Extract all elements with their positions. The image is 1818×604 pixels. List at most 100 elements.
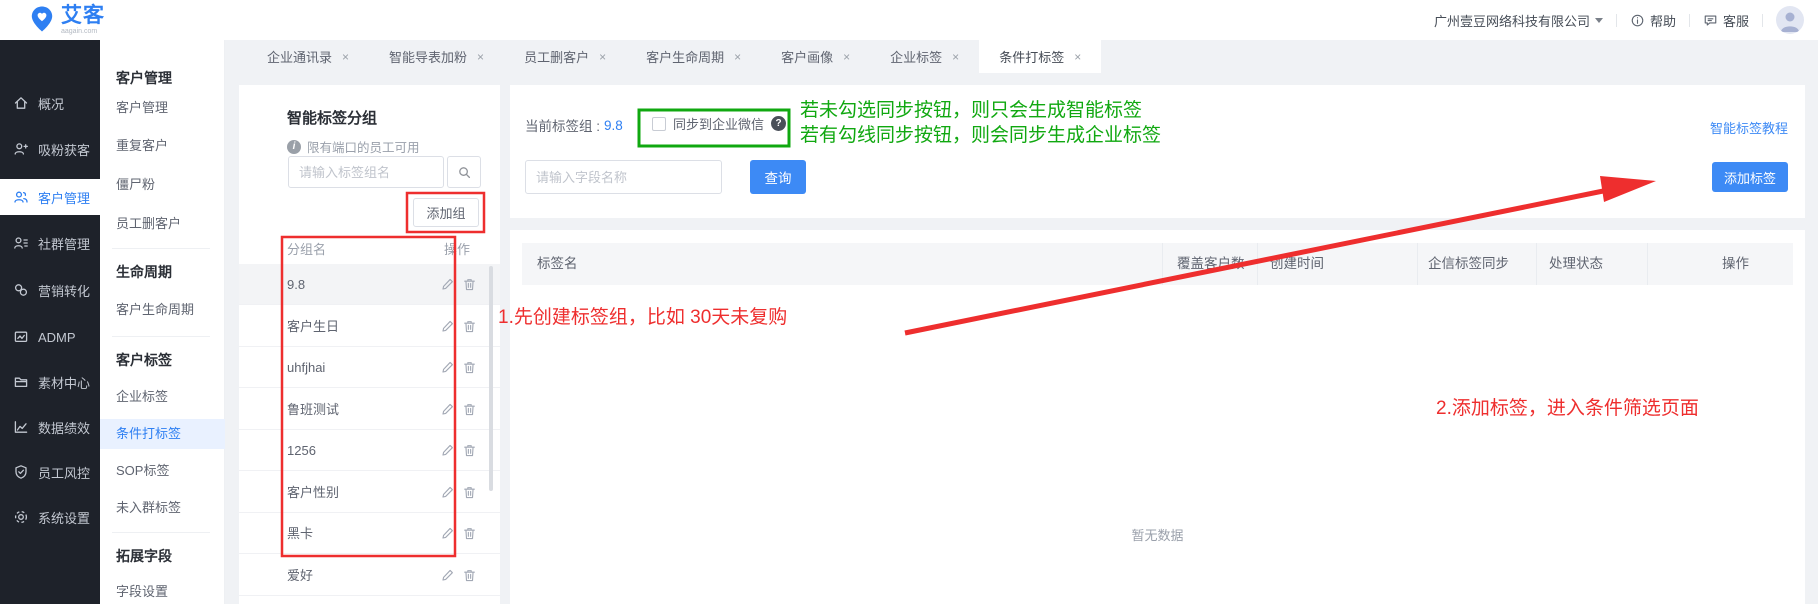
- folder-icon: [13, 374, 29, 390]
- info-icon: i: [287, 140, 301, 154]
- edit-icon[interactable]: [440, 568, 455, 583]
- column-divider: [1417, 243, 1418, 285]
- logo-subtext: aagain.com: [61, 28, 105, 35]
- tab-import-fans[interactable]: 智能导表加粉×: [369, 40, 504, 73]
- group-row[interactable]: 9.8: [239, 264, 500, 305]
- group-name[interactable]: 9.8: [287, 264, 305, 305]
- submenu-item-deleted-customers[interactable]: 员工删客户: [116, 209, 181, 239]
- company-dropdown[interactable]: 广州壹豆网络科技有限公司: [1434, 11, 1603, 30]
- delete-icon[interactable]: [462, 526, 477, 541]
- close-icon[interactable]: ×: [599, 50, 606, 64]
- group-name[interactable]: 客户生日: [287, 306, 339, 347]
- delete-icon[interactable]: [462, 443, 477, 458]
- edit-icon[interactable]: [440, 277, 455, 292]
- close-icon[interactable]: ×: [843, 50, 850, 64]
- group-row[interactable]: 客户性别: [239, 472, 500, 513]
- close-icon[interactable]: ×: [342, 50, 349, 64]
- tab-customer-portrait[interactable]: 客户画像×: [761, 40, 870, 73]
- submenu-item-duplicates[interactable]: 重复客户: [116, 131, 168, 161]
- avatar[interactable]: [1776, 6, 1804, 34]
- sidebar-item-community[interactable]: 社群管理: [0, 225, 100, 261]
- edit-icon[interactable]: [440, 443, 455, 458]
- scrollbar[interactable]: [489, 266, 493, 491]
- submenu-item-lifecycle[interactable]: 客户生命周期: [116, 295, 194, 325]
- gear-icon: [13, 509, 29, 525]
- tab-deleted-customers[interactable]: 员工删客户×: [504, 40, 626, 73]
- panel-title: 智能标签分组: [287, 107, 377, 128]
- column-divider: [1647, 243, 1648, 285]
- tab-contacts[interactable]: 企业通讯录×: [247, 40, 369, 73]
- service-label: 客服: [1723, 11, 1749, 30]
- question-badge-icon[interactable]: ?: [771, 116, 786, 131]
- sidebar-item-data[interactable]: 数据绩效: [0, 409, 100, 445]
- tab-enterprise-tags[interactable]: 企业标签×: [870, 40, 979, 73]
- field-search-input[interactable]: [525, 160, 722, 194]
- group-row[interactable]: 鲁班测试: [239, 389, 500, 430]
- column-divider: [1162, 243, 1163, 285]
- col-created-time: 创建时间: [1270, 243, 1324, 285]
- edit-icon[interactable]: [440, 360, 455, 375]
- submenu-item-enterprise-tags[interactable]: 企业标签: [116, 382, 168, 412]
- close-icon[interactable]: ×: [1074, 50, 1081, 64]
- secondary-sidebar: 客户管理 客户管理 重复客户 僵尸粉 员工删客户 生命周期 客户生命周期 客户标…: [100, 40, 225, 604]
- close-icon[interactable]: ×: [734, 50, 741, 64]
- group-name[interactable]: uhfjhai: [287, 347, 325, 388]
- submenu-item-customer-mgmt[interactable]: 客户管理: [116, 93, 168, 123]
- edit-icon[interactable]: [440, 485, 455, 500]
- edit-icon[interactable]: [440, 526, 455, 541]
- submenu-item-field-settings[interactable]: 字段设置: [116, 577, 168, 604]
- sidebar-item-acquisition[interactable]: 吸粉获客: [0, 131, 100, 167]
- close-icon[interactable]: ×: [477, 50, 484, 64]
- group-row[interactable]: 客户生日: [239, 306, 500, 347]
- sidebar-item-customers[interactable]: 客户管理: [0, 179, 100, 215]
- group-name[interactable]: 爱好: [287, 555, 313, 596]
- service-button[interactable]: 客服: [1703, 11, 1749, 30]
- sidebar-item-marketing[interactable]: 营销转化: [0, 272, 100, 308]
- sidebar-item-risk[interactable]: 员工风控: [0, 454, 100, 490]
- group-name[interactable]: 客户性别: [287, 472, 339, 513]
- sync-checkbox[interactable]: [652, 117, 666, 131]
- delete-icon[interactable]: [462, 568, 477, 583]
- tab-conditional-tags[interactable]: 条件打标签×: [979, 40, 1101, 73]
- group-search-button[interactable]: [447, 156, 481, 188]
- home-icon: [13, 95, 29, 111]
- group-row[interactable]: 1256: [239, 430, 500, 471]
- group-search-input[interactable]: [288, 156, 444, 188]
- submenu-item-ungrouped-tags[interactable]: 未入群标签: [116, 493, 181, 523]
- edit-icon[interactable]: [440, 402, 455, 417]
- submenu-item-zombie-fans[interactable]: 僵尸粉: [116, 170, 155, 200]
- edit-icon[interactable]: [440, 319, 455, 334]
- delete-icon[interactable]: [462, 319, 477, 334]
- chart-icon: [13, 419, 29, 435]
- group-row[interactable]: 黑卡: [239, 513, 500, 554]
- delete-icon[interactable]: [462, 485, 477, 500]
- tab-lifecycle[interactable]: 客户生命周期×: [626, 40, 761, 73]
- group-row[interactable]: 爱好: [239, 555, 500, 596]
- sidebar-item-admp[interactable]: ADMP: [0, 319, 100, 355]
- query-button[interactable]: 查询: [750, 160, 806, 194]
- submenu-item-conditional-tags[interactable]: 条件打标签: [100, 419, 225, 449]
- add-group-button[interactable]: 添加组: [413, 198, 479, 227]
- sidebar-item-material[interactable]: 素材中心: [0, 364, 100, 400]
- divider: [112, 248, 210, 249]
- close-icon[interactable]: ×: [952, 50, 959, 64]
- col-wecom-sync: 企信标签同步: [1428, 243, 1509, 285]
- group-row[interactable]: uhfjhai: [239, 347, 500, 388]
- submenu-item-sop-tags[interactable]: SOP标签: [116, 456, 169, 486]
- delete-icon[interactable]: [462, 277, 477, 292]
- search-icon: [457, 165, 472, 180]
- delete-icon[interactable]: [462, 360, 477, 375]
- sidebar-item-settings[interactable]: 系统设置: [0, 499, 100, 535]
- help-button[interactable]: 帮助: [1630, 11, 1676, 30]
- divider: [1616, 14, 1617, 27]
- col-process-status: 处理状态: [1549, 243, 1603, 285]
- app-logo: 艾客 aagain.com: [28, 5, 105, 35]
- col-tag-name: 标签名: [537, 243, 578, 285]
- group-name[interactable]: 1256: [287, 430, 316, 471]
- add-tag-button[interactable]: 添加标签: [1712, 162, 1788, 192]
- delete-icon[interactable]: [462, 402, 477, 417]
- group-name[interactable]: 黑卡: [287, 513, 313, 554]
- sidebar-item-overview[interactable]: 概况: [0, 85, 100, 121]
- group-name[interactable]: 鲁班测试: [287, 389, 339, 430]
- tutorial-link[interactable]: 智能标签教程: [1710, 118, 1788, 137]
